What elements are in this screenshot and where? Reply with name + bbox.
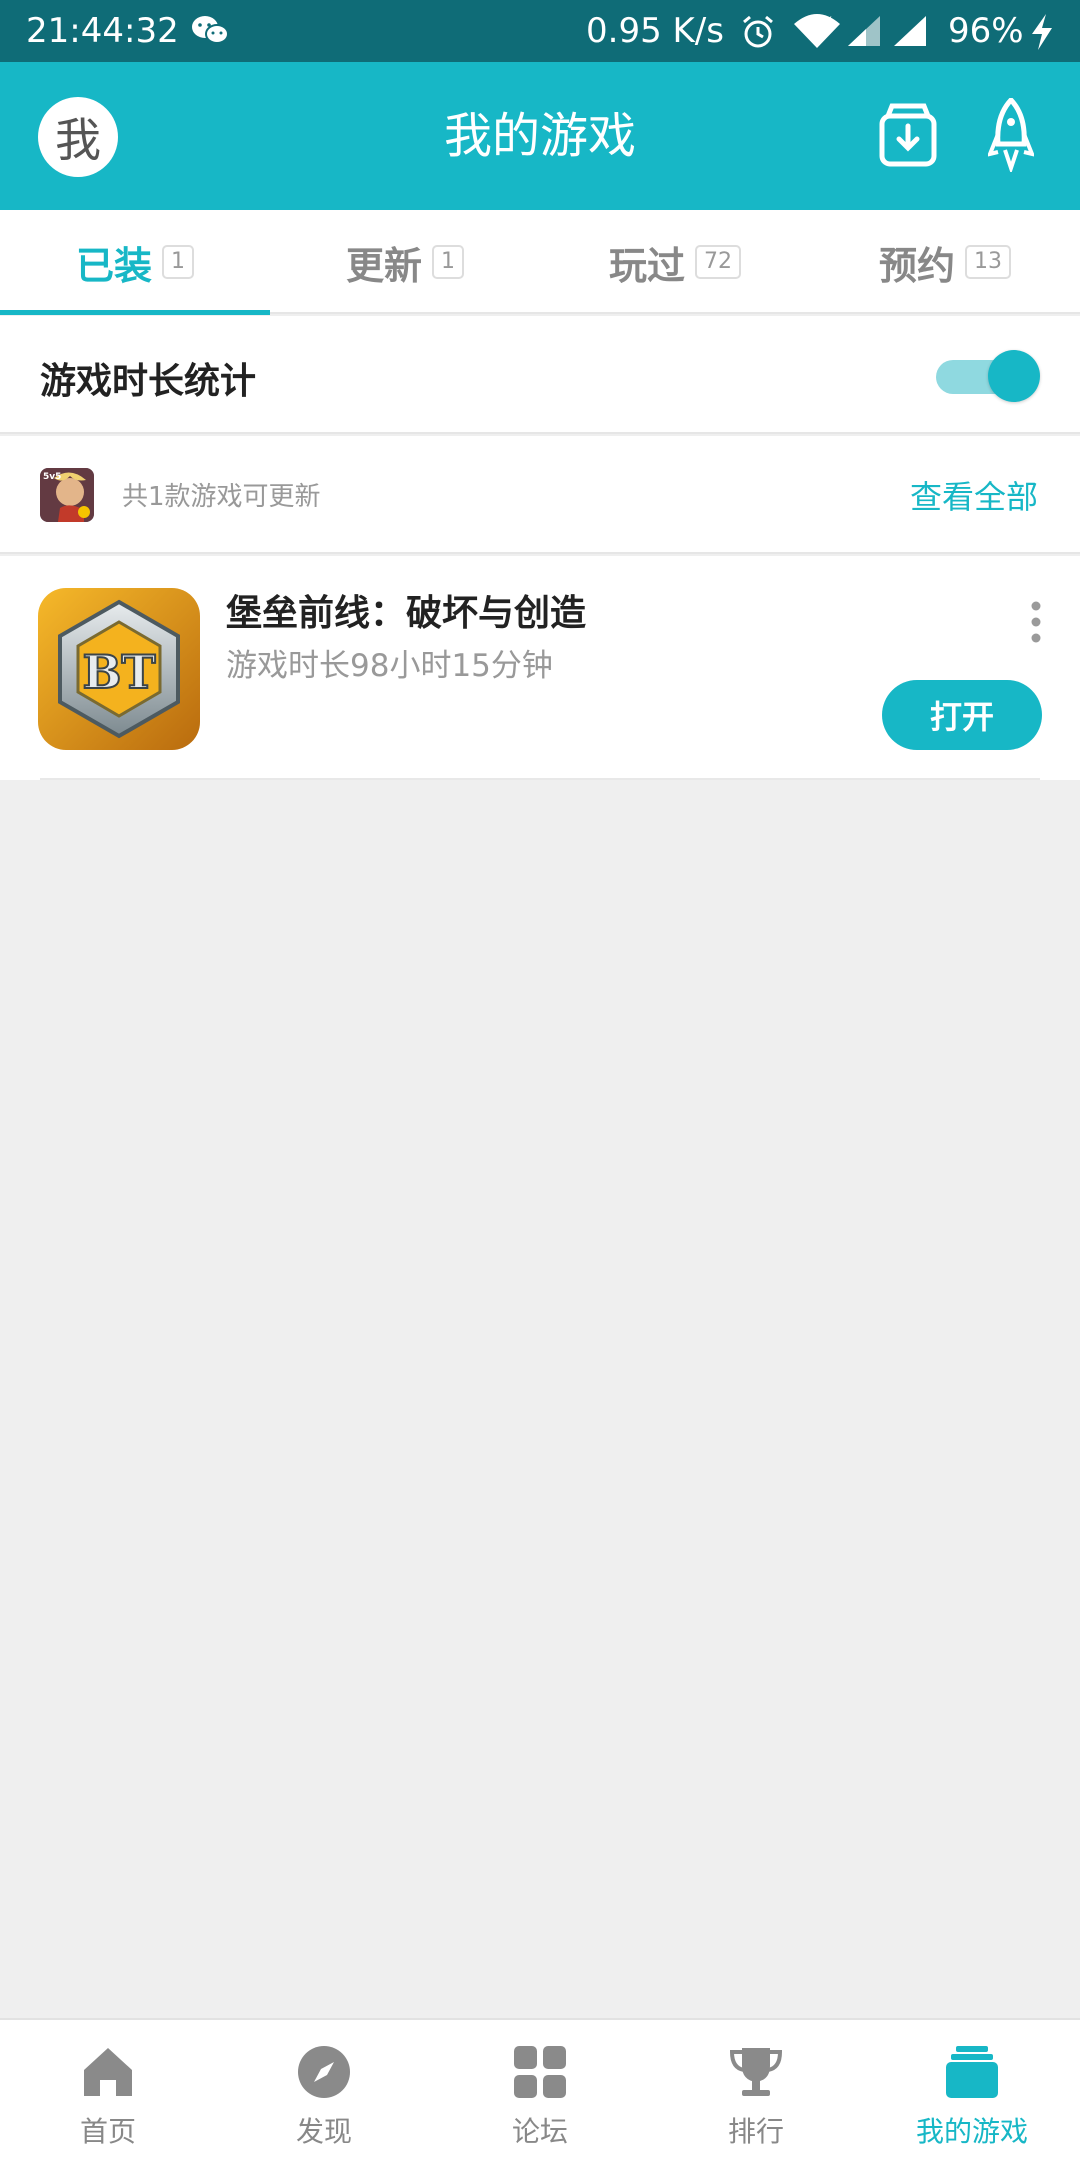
game-thumbnail-icon: 5v5 xyxy=(40,468,94,522)
tab-installed[interactable]: 已装 1 xyxy=(0,210,270,314)
toggle-knob xyxy=(988,350,1040,402)
tab-label: 玩过 xyxy=(608,243,685,288)
play-time-stats-row: 游戏时长统计 xyxy=(0,316,1080,434)
play-time-stats-label: 游戏时长统计 xyxy=(40,361,257,402)
battery-charging-icon xyxy=(1032,14,1052,50)
battery-level: 96% xyxy=(948,11,1024,51)
home-icon xyxy=(84,2048,132,2096)
game-list-item[interactable]: BT 堡垒前线：破坏与创造 游戏时长98小时15分钟 打开 xyxy=(0,556,1080,780)
tab-count-badge: 72 xyxy=(695,245,741,279)
app-bar: 我 我的游戏 xyxy=(0,62,1080,210)
network-speed: 0.95 K/s xyxy=(586,11,724,51)
svg-text:x: x xyxy=(826,14,832,25)
compass-icon xyxy=(298,2046,350,2098)
tab-played[interactable]: 玩过 72 xyxy=(540,210,810,314)
tab-label: 已装 xyxy=(75,243,152,288)
nav-forum[interactable]: 论坛 xyxy=(432,2020,648,2160)
game-play-time: 游戏时长98小时15分钟 xyxy=(226,648,553,684)
nav-label: 论坛 xyxy=(511,2115,568,2148)
nav-label: 首页 xyxy=(79,2115,136,2148)
view-all-link[interactable]: 查看全部 xyxy=(910,472,1038,518)
update-notice-text: 共1款游戏可更新 xyxy=(122,482,321,512)
signal-icon xyxy=(848,16,880,46)
nav-home[interactable]: 首页 xyxy=(0,2020,216,2160)
status-bar: 21:44:32 0.95 K/s x 96% xyxy=(0,0,1080,62)
nav-ranking[interactable]: 排行 xyxy=(648,2020,864,2160)
tab-count-badge: 1 xyxy=(432,245,464,279)
nav-label: 我的游戏 xyxy=(915,2115,1028,2148)
tab-updates[interactable]: 更新 1 xyxy=(270,210,540,314)
signal-icon-2 xyxy=(894,16,926,46)
game-name: 堡垒前线：破坏与创造 xyxy=(226,593,587,634)
open-game-button[interactable]: 打开 xyxy=(882,680,1042,750)
nav-label: 排行 xyxy=(727,2115,784,2148)
wechat-icon xyxy=(192,16,229,44)
forum-grid-icon xyxy=(514,2046,566,2098)
my-games-icon xyxy=(946,2046,998,2098)
status-time: 21:44:32 xyxy=(26,11,179,51)
download-icon[interactable] xyxy=(878,102,938,168)
game-icon-text: BT xyxy=(82,645,155,699)
trophy-icon xyxy=(729,2048,783,2096)
rocket-icon[interactable] xyxy=(988,98,1034,172)
play-time-stats-toggle[interactable] xyxy=(936,350,1040,402)
nav-my-games[interactable]: 我的游戏 xyxy=(864,2020,1080,2160)
more-options-icon[interactable] xyxy=(1026,598,1046,646)
tab-reserved[interactable]: 预约 13 xyxy=(810,210,1080,314)
wifi-icon: x xyxy=(794,14,840,48)
game-app-icon: BT xyxy=(38,588,200,750)
tab-count-badge: 13 xyxy=(965,245,1011,279)
nav-label: 发现 xyxy=(295,2115,352,2148)
tab-label: 预约 xyxy=(878,243,955,288)
nav-discover[interactable]: 发现 xyxy=(216,2020,432,2160)
alarm-icon xyxy=(743,15,773,48)
tab-label: 更新 xyxy=(345,243,422,288)
svg-text:5v5: 5v5 xyxy=(43,472,61,482)
tab-bar: 已装 1 更新 1 玩过 72 预约 13 xyxy=(0,210,1080,315)
divider xyxy=(40,778,1040,780)
tab-count-badge: 1 xyxy=(162,245,194,279)
update-notice-row[interactable]: 5v5 共1款游戏可更新 查看全部 xyxy=(0,436,1080,554)
tab-active-indicator xyxy=(0,310,270,315)
bottom-navigation: 首页 发现 论坛 排行 我的游戏 xyxy=(0,2018,1080,2160)
